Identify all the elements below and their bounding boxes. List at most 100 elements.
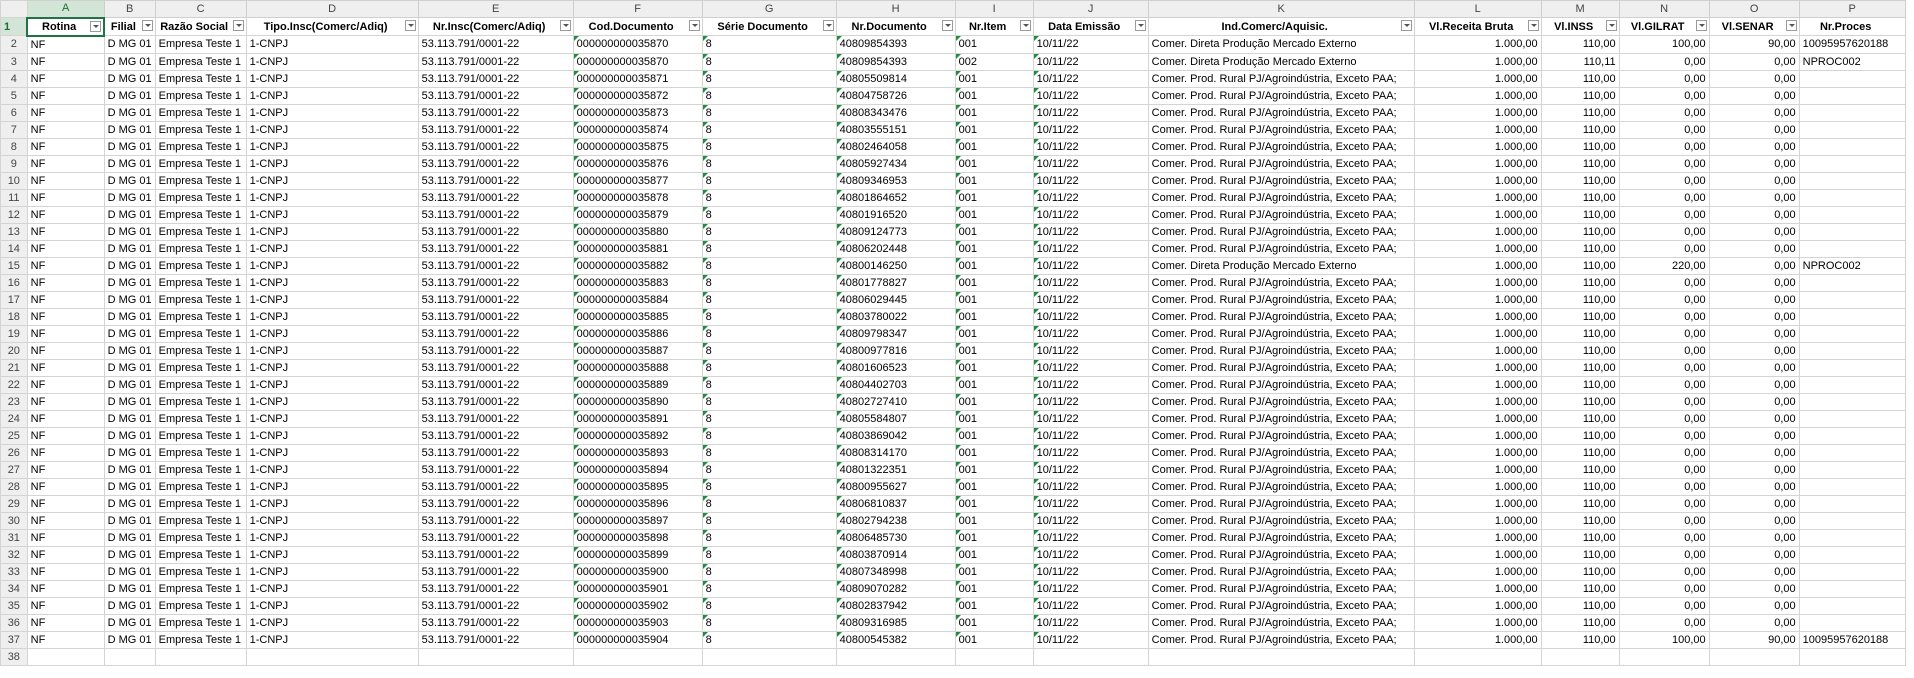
cell[interactable]: 0,00 [1708, 579, 1800, 598]
cell[interactable]: 53.113.791/0001-22 [417, 171, 574, 190]
header-cell[interactable]: Rotina [26, 16, 106, 37]
cell[interactable] [954, 647, 1034, 666]
row-number[interactable]: 10 [0, 171, 28, 190]
cell[interactable]: 53.113.791/0001-22 [417, 341, 574, 360]
cell[interactable]: 53.113.791/0001-22 [417, 120, 574, 139]
cell[interactable]: 0,00 [1708, 239, 1800, 258]
cell[interactable]: 1.000,00 [1413, 596, 1542, 615]
cell[interactable]: 001 [954, 35, 1034, 54]
cell[interactable]: Comer. Prod. Rural PJ/Agroindústria, Exc… [1147, 290, 1415, 309]
cell[interactable]: 1.000,00 [1413, 35, 1542, 54]
column-header-b[interactable]: B [103, 0, 156, 18]
cell[interactable]: 1.000,00 [1413, 222, 1542, 241]
cell[interactable]: D MG 01 [103, 426, 156, 445]
cell[interactable]: Empresa Teste 1 [154, 460, 247, 479]
cell[interactable]: 110,00 [1540, 120, 1620, 139]
cell[interactable]: 10/11/22 [1032, 528, 1149, 547]
cell[interactable]: 1-CNPJ [245, 137, 419, 156]
cell[interactable]: 1.000,00 [1413, 630, 1542, 649]
cell[interactable]: 000000000035870 [572, 52, 703, 71]
row-number[interactable]: 15 [0, 256, 28, 275]
cell[interactable]: 1.000,00 [1413, 324, 1542, 343]
cell[interactable]: Empresa Teste 1 [154, 222, 247, 241]
cell[interactable]: Empresa Teste 1 [154, 256, 247, 275]
row-number[interactable]: 17 [0, 290, 28, 309]
cell[interactable]: Comer. Prod. Rural PJ/Agroindústria, Exc… [1147, 358, 1415, 377]
cell[interactable]: 000000000035887 [572, 341, 703, 360]
cell[interactable]: 40800146250 [835, 256, 956, 275]
cell[interactable]: Comer. Prod. Rural PJ/Agroindústria, Exc… [1147, 205, 1415, 224]
cell[interactable]: 110,00 [1540, 69, 1620, 88]
cell[interactable]: 110,00 [1540, 307, 1620, 326]
cell[interactable]: NF [26, 341, 105, 360]
cell[interactable]: NF [26, 630, 105, 649]
cell[interactable]: 53.113.791/0001-22 [417, 273, 574, 292]
cell[interactable]: 000000000035871 [572, 69, 703, 88]
cell[interactable]: Empresa Teste 1 [154, 120, 247, 139]
cell[interactable]: 10/11/22 [1032, 120, 1149, 139]
cell[interactable]: 10/11/22 [1032, 409, 1149, 428]
cell[interactable]: NF [26, 324, 105, 343]
cell[interactable]: 40805584807 [835, 409, 956, 428]
cell[interactable]: 100,00 [1618, 35, 1710, 54]
header-cell[interactable]: Nr.Item [954, 17, 1034, 36]
cell[interactable]: 0,00 [1708, 409, 1800, 428]
cell[interactable]: NPROC002 [1798, 52, 1906, 71]
cell[interactable]: 1.000,00 [1413, 426, 1542, 445]
cell[interactable]: 8 [701, 154, 837, 173]
header-cell[interactable]: Nr.Proces [1798, 17, 1906, 36]
row-number[interactable]: 35 [0, 596, 28, 615]
cell[interactable] [103, 647, 156, 666]
row-number[interactable]: 20 [0, 341, 28, 360]
cell[interactable]: 0,00 [1708, 69, 1800, 88]
cell[interactable]: Comer. Prod. Rural PJ/Agroindústria, Exc… [1147, 171, 1415, 190]
cell[interactable]: Empresa Teste 1 [154, 477, 247, 496]
cell[interactable]: 0,00 [1708, 256, 1800, 275]
cell[interactable]: Empresa Teste 1 [154, 273, 247, 292]
cell[interactable]: 53.113.791/0001-22 [417, 205, 574, 224]
cell[interactable]: 10/11/22 [1032, 392, 1149, 411]
cell[interactable] [1798, 103, 1906, 122]
cell[interactable]: 1-CNPJ [245, 171, 419, 190]
cell[interactable]: 1-CNPJ [245, 409, 419, 428]
row-number[interactable]: 37 [0, 630, 28, 649]
cell[interactable]: 8 [701, 341, 837, 360]
cell[interactable] [154, 647, 247, 666]
cell[interactable]: 110,00 [1540, 375, 1620, 394]
cell[interactable]: 53.113.791/0001-22 [417, 494, 574, 513]
filter-dropdown-icon[interactable] [1695, 20, 1707, 31]
cell[interactable]: 001 [954, 273, 1034, 292]
cell[interactable]: 1-CNPJ [245, 426, 419, 445]
header-cell[interactable]: Série Documento [701, 17, 837, 36]
cell[interactable]: 10/11/22 [1032, 596, 1149, 615]
row-number[interactable]: 31 [0, 528, 28, 547]
cell[interactable] [1798, 86, 1906, 105]
cell[interactable]: 1.000,00 [1413, 307, 1542, 326]
cell[interactable]: 001 [954, 205, 1034, 224]
cell[interactable]: 8 [701, 579, 837, 598]
cell[interactable]: Empresa Teste 1 [154, 392, 247, 411]
cell[interactable] [1798, 137, 1906, 156]
cell[interactable]: Empresa Teste 1 [154, 239, 247, 258]
cell[interactable]: D MG 01 [103, 545, 156, 564]
cell[interactable]: 110,00 [1540, 188, 1620, 207]
column-header-g[interactable]: G [701, 0, 837, 18]
cell[interactable]: D MG 01 [103, 562, 156, 581]
header-cell[interactable]: Razão Social [154, 17, 247, 36]
cell[interactable]: 53.113.791/0001-22 [417, 256, 574, 275]
cell[interactable]: 1.000,00 [1413, 460, 1542, 479]
cell[interactable]: 0,00 [1618, 52, 1710, 71]
cell[interactable]: Comer. Prod. Rural PJ/Agroindústria, Exc… [1147, 239, 1415, 258]
cell[interactable]: 110,00 [1540, 596, 1620, 615]
filter-dropdown-icon[interactable] [1785, 20, 1797, 31]
cell[interactable]: 0,00 [1618, 188, 1710, 207]
cell[interactable]: 1.000,00 [1413, 205, 1542, 224]
cell[interactable]: 0,00 [1618, 494, 1710, 513]
cell[interactable]: 0,00 [1708, 341, 1800, 360]
cell[interactable]: 001 [954, 477, 1034, 496]
cell[interactable]: 8 [701, 35, 837, 54]
cell[interactable]: D MG 01 [103, 613, 156, 632]
cell[interactable]: 10/11/22 [1032, 613, 1149, 632]
cell[interactable]: 40802837942 [835, 596, 956, 615]
cell[interactable]: 001 [954, 511, 1034, 530]
